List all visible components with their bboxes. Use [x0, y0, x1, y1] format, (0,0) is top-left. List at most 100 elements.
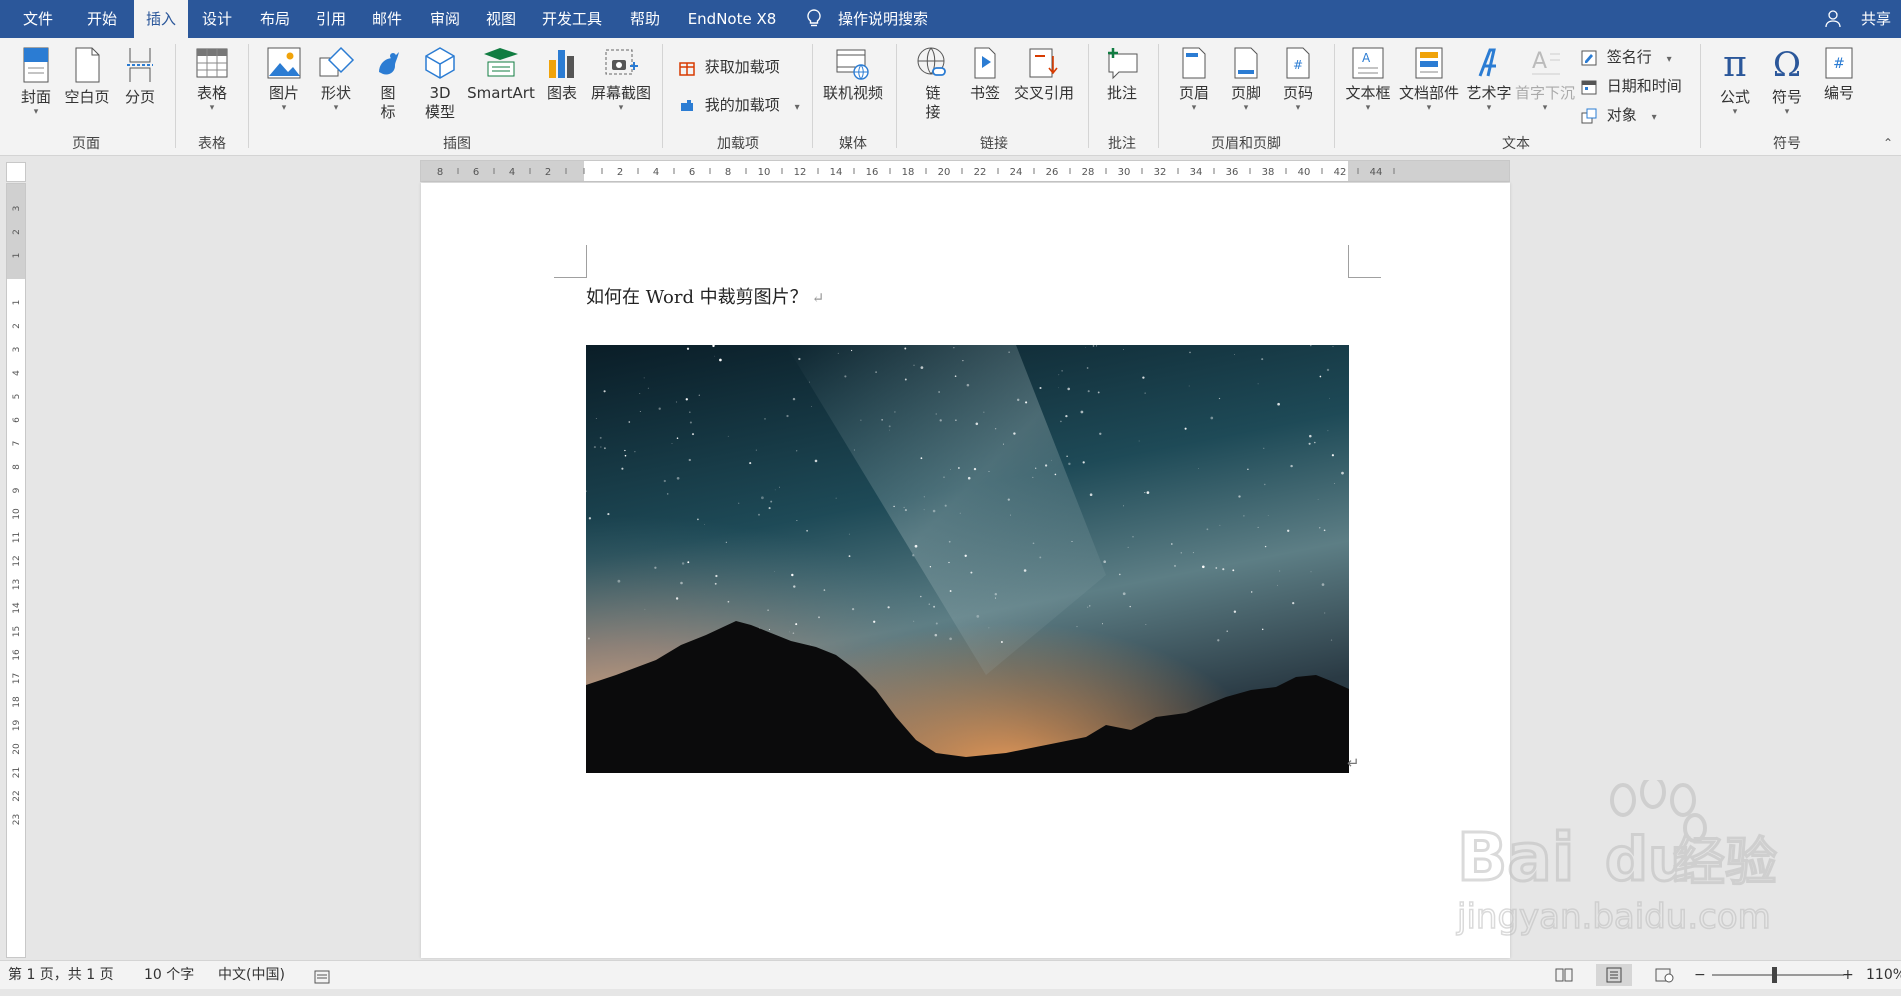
svg-text:6: 6 — [12, 417, 22, 423]
tab-home[interactable]: 开始 — [72, 0, 132, 38]
svg-text:11: 11 — [12, 532, 22, 543]
starry-sky-photo[interactable] — [586, 345, 1349, 773]
svg-text:A: A — [1532, 49, 1547, 74]
cross-reference-button[interactable]: 交叉引用 — [1010, 46, 1078, 103]
table-button[interactable]: 表格 ▾ — [190, 46, 234, 113]
document-paragraph[interactable]: 如何在 Word 中裁剪图片？ ↵ — [586, 283, 824, 309]
zoom-out-button[interactable]: − — [1694, 961, 1706, 989]
svg-text:23: 23 — [12, 814, 22, 825]
vertical-ruler[interactable]: 3 2 1 1 2 3 4 5 6 7 8 9 10 11 12 13 14 15 16 17 18 19 20 21 22 23 — [6, 183, 26, 958]
tab-help[interactable]: 帮助 — [618, 0, 672, 38]
chevron-down-icon[interactable]: ▾ — [1667, 54, 1672, 65]
tab-file[interactable]: 文件 — [8, 0, 68, 38]
group-label-comments: 批注 — [1108, 136, 1136, 152]
online-video-icon — [836, 49, 869, 80]
tab-references[interactable]: 引用 — [306, 0, 356, 38]
svg-text:40: 40 — [1298, 167, 1311, 178]
store-icon — [679, 61, 695, 76]
pictures-button[interactable]: 图片 ▾ — [262, 46, 306, 113]
zoom-level[interactable]: 110% — [1866, 961, 1901, 989]
object-button[interactable]: 对象 ▾ — [1580, 104, 1657, 125]
svg-text:7: 7 — [12, 441, 22, 447]
tab-endnote[interactable]: EndNote X8 — [682, 0, 782, 38]
new-comment-button[interactable]: 批注 — [1100, 46, 1144, 103]
shapes-button[interactable]: 形状 ▾ — [314, 46, 358, 113]
page-number-button[interactable]: # 页码 ▾ — [1278, 46, 1318, 113]
tab-view[interactable]: 视图 — [476, 0, 526, 38]
svg-text:21: 21 — [12, 767, 22, 778]
page-break-button[interactable]: 分页 — [120, 46, 160, 107]
print-layout-icon[interactable] — [1596, 964, 1632, 986]
collapse-ribbon-icon[interactable]: ⌃ — [1883, 136, 1893, 150]
language-status[interactable]: 中文(中国) — [218, 961, 285, 989]
tab-layout[interactable]: 布局 — [250, 0, 300, 38]
number-button[interactable]: # 编号 — [1818, 46, 1860, 103]
tab-insert[interactable]: 插入 — [134, 0, 188, 38]
my-addins-button[interactable]: 我的加载项 ▾ — [678, 94, 800, 115]
svg-text:2: 2 — [12, 229, 22, 235]
web-layout-icon[interactable] — [1654, 966, 1674, 984]
number-label: 编号 — [1823, 84, 1854, 102]
get-addins-button[interactable]: 获取加载项 — [678, 56, 780, 77]
quick-parts-button[interactable]: 文档部件 ▾ — [1398, 46, 1460, 113]
online-video-button[interactable]: 联机视频 — [822, 46, 884, 103]
tab-mailings[interactable]: 邮件 — [362, 0, 412, 38]
footer-button[interactable]: 页脚 ▾ — [1226, 46, 1266, 113]
zoom-in-button[interactable]: + — [1842, 961, 1854, 989]
document-page[interactable]: 如何在 Word 中裁剪图片？ ↵ ↵ — [421, 183, 1510, 958]
svg-text:8: 8 — [725, 167, 731, 178]
horizontal-ruler[interactable]: 8 6 4 2 2 4 6 8 10 12 14 16 18 20 22 24 26 28 30 32 34 36 38 40… — [420, 160, 1510, 182]
cover-page-button[interactable]: 封面 ▾ — [16, 46, 56, 117]
date-time-button[interactable]: 日期和时间 — [1580, 75, 1682, 96]
read-mode-icon[interactable] — [1554, 966, 1574, 984]
bar-chart-icon — [549, 50, 574, 78]
tab-review[interactable]: 审阅 — [420, 0, 470, 38]
share-button[interactable]: 共享 — [1861, 0, 1891, 38]
svg-text:20: 20 — [12, 743, 22, 755]
tab-selector[interactable] — [6, 162, 26, 182]
group-label-media: 媒体 — [839, 136, 867, 152]
3d-models-button[interactable]: 3D 模型 — [418, 46, 462, 122]
zoom-slider[interactable] — [1712, 974, 1844, 976]
page-count-status[interactable]: 第 1 页，共 1 页 — [8, 961, 114, 989]
cover-page-label: 封面 — [20, 88, 51, 106]
pi-icon: π — [1723, 44, 1747, 85]
group-divider — [1334, 44, 1335, 148]
link-button[interactable]: 链 接 — [910, 46, 956, 122]
smartart-icon — [484, 48, 518, 77]
zoom-slider-thumb[interactable] — [1772, 967, 1777, 983]
chevron-down-icon[interactable]: ▾ — [1652, 112, 1657, 123]
icons-button[interactable]: 图 标 — [370, 46, 406, 122]
bookmark-button[interactable]: 书签 — [966, 46, 1004, 103]
date-time-label: 日期和时间 — [1606, 77, 1682, 95]
drop-cap-button[interactable]: A 首字下沉 ▾ — [1514, 46, 1576, 113]
tell-me-search[interactable]: 操作说明搜索 — [838, 0, 928, 38]
chevron-down-icon: ▾ — [1732, 107, 1738, 117]
word-count-status[interactable]: 10 个字 — [144, 961, 194, 989]
tab-design[interactable]: 设计 — [192, 0, 242, 38]
proofing-icon[interactable] — [314, 967, 330, 984]
tab-developer[interactable]: 开发工具 — [536, 0, 608, 38]
svg-text:A: A — [1362, 51, 1371, 65]
blank-page-button[interactable]: 空白页 — [64, 46, 110, 107]
chart-button[interactable]: 图表 — [544, 46, 580, 103]
textbox-button[interactable]: A 文本框 ▾ — [1344, 46, 1392, 113]
online-video-label: 联机视频 — [822, 84, 883, 102]
equation-button[interactable]: π 公式 ▾ — [1714, 44, 1756, 118]
symbol-button[interactable]: Ω 符号 ▾ — [1766, 46, 1808, 117]
status-bar: 第 1 页，共 1 页 10 个字 中文(中国) − + 110% — [0, 960, 1901, 989]
wordart-button[interactable]: 艺术字 ▾ — [1464, 46, 1514, 113]
svg-text:#: # — [1833, 56, 1845, 72]
svg-text:3: 3 — [12, 347, 22, 353]
svg-text:8: 8 — [437, 167, 443, 178]
group-divider — [662, 44, 663, 148]
chevron-down-icon: ▾ — [1486, 103, 1492, 113]
chevron-down-icon: ▾ — [1191, 103, 1197, 113]
page-number-label: 页码 — [1282, 84, 1313, 102]
chevron-down-icon[interactable]: ▾ — [795, 102, 800, 113]
smartart-button[interactable]: SmartArt — [466, 46, 536, 103]
header-button[interactable]: 页眉 ▾ — [1174, 46, 1214, 113]
chevron-down-icon: ▾ — [209, 103, 215, 113]
screenshot-button[interactable]: 屏幕截图 ▾ — [588, 46, 654, 113]
signature-line-button[interactable]: 签名行 ▾ — [1580, 46, 1672, 67]
